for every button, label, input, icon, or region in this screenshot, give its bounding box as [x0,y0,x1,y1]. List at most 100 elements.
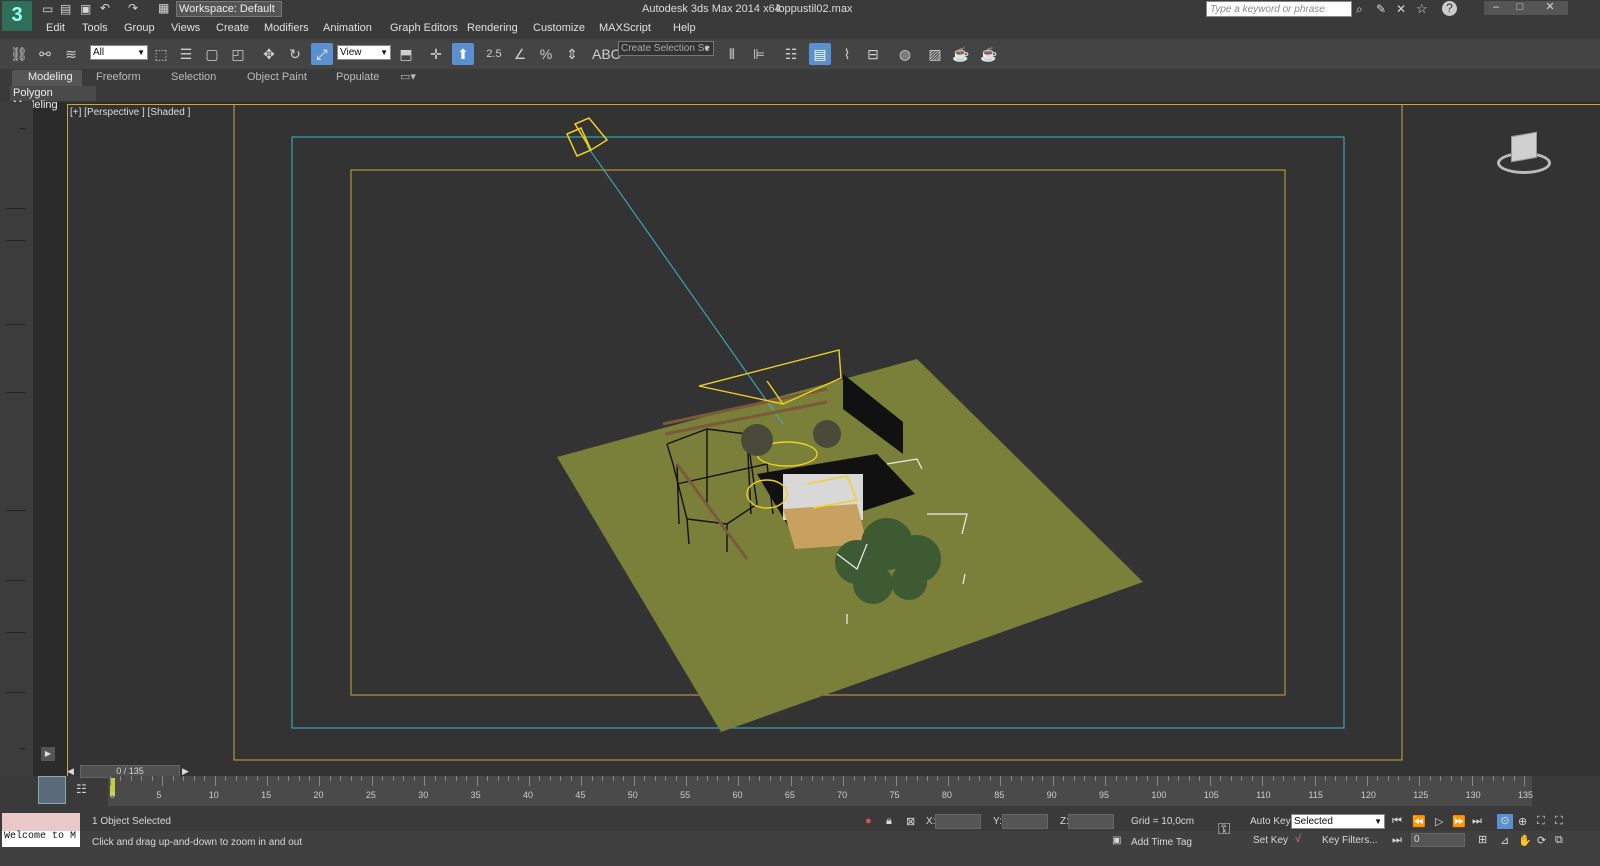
reference-coordinate-dropdown[interactable]: View ▼ [337,45,391,60]
zoom-extents-icon[interactable]: ⛶ [1537,815,1545,828]
curve-editor-icon[interactable]: ⌇ [836,43,858,65]
ribbon-options-icon[interactable]: ▭▾ [400,70,416,83]
workspace-dropdown[interactable]: Workspace: Default [176,1,282,17]
project-folder-icon[interactable]: ▦ [158,1,169,15]
app-menu-button[interactable]: 3 [2,1,32,31]
menu-graph-editors[interactable]: Graph Editors [390,22,458,34]
key-mode-dropdown[interactable]: Selected ▼ [1291,814,1385,829]
menu-modifiers[interactable]: Modifiers [264,22,309,34]
move-icon[interactable]: ✥ [258,43,280,65]
go-to-end-icon[interactable]: ⏭ [1472,815,1482,828]
tab-object-paint[interactable]: Object Paint [247,71,307,83]
zoom-extents-all-icon[interactable]: ⛶ [1555,815,1563,828]
tab-selection[interactable]: Selection [171,71,216,83]
render-production-icon[interactable]: ☕ [978,43,1000,65]
edit-named-selection-icon[interactable]: ABC [592,43,621,65]
key-filters-button[interactable]: Key Filters... [1322,835,1378,846]
maxscript-input[interactable]: Welcome to M [2,831,80,847]
open-file-icon[interactable]: ▤ [60,2,71,16]
save-file-icon[interactable]: ▣ [80,2,91,16]
search-icon[interactable]: ⌕ [1356,2,1363,17]
polygon-modeling-panel[interactable]: Polygon Modeling [10,86,96,111]
isolate-selection-icon[interactable]: ● [865,815,872,827]
orbit-icon[interactable]: ⟳ [1537,834,1546,847]
material-editor-icon[interactable]: ◍ [894,43,916,65]
menu-maxscript[interactable]: MAXScript [599,22,651,34]
link-icon[interactable]: ⛓ [8,43,30,65]
key-icon[interactable]: ⚿ [1218,821,1230,839]
layer-manager-icon[interactable]: ☷ [780,43,802,65]
key-mode-toggle-icon[interactable]: ⏭ [1392,834,1402,847]
rectangular-region-icon[interactable]: ▢ [201,43,223,65]
maximize-viewport-icon[interactable]: ⧉ [1555,834,1563,847]
redo-icon[interactable]: ↷ [128,1,138,15]
menu-views[interactable]: Views [171,22,200,34]
bind-spacewarp-icon[interactable]: ≋ [60,43,82,65]
align-icon[interactable]: ⊫ [748,43,770,65]
schematic-view-icon[interactable]: ⊟ [862,43,884,65]
help-icon[interactable]: ? [1442,1,1457,16]
pan-view-icon[interactable]: ✋ [1518,834,1532,847]
menu-rendering[interactable]: Rendering [467,22,518,34]
absolute-transform-icon[interactable]: ⊠ [906,815,915,828]
scale-icon[interactable]: ⤢ [311,43,333,65]
selection-lock-icon[interactable]: 🔒︎ [886,815,892,828]
go-to-start-icon[interactable]: ⏮ [1392,815,1402,828]
rendered-frame-window-icon[interactable]: ☕ [950,43,972,65]
menu-customize[interactable]: Customize [533,22,585,34]
zoom-icon[interactable]: ⊙ [1497,814,1513,829]
selection-filter-dropdown[interactable]: All ▼ [90,45,148,60]
tab-modeling[interactable]: Modeling [12,70,82,86]
tools-icon[interactable]: ✎ [1376,2,1386,16]
spinner-snap-icon[interactable]: ⇕ [561,43,583,65]
close-button[interactable]: ✕ [1532,1,1568,15]
favorites-star-icon[interactable]: ☆ [1416,1,1428,17]
tab-freeform[interactable]: Freeform [96,71,141,83]
menu-edit[interactable]: Edit [46,22,65,34]
maximize-button[interactable]: □ [1508,1,1532,15]
unlink-icon[interactable]: ⚯ [34,43,56,65]
rotate-icon[interactable]: ↻ [284,43,306,65]
time-slider-prev[interactable]: ◀ [67,766,79,778]
graphite-modeling-tools-icon[interactable]: ▤ [809,43,831,65]
menu-help[interactable]: Help [673,22,696,34]
menu-animation[interactable]: Animation [323,22,372,34]
x-coordinate-field[interactable] [935,814,981,829]
select-by-name-icon[interactable]: ☰ [175,43,197,65]
expand-panel-button[interactable]: ▶ [41,747,55,761]
keyboard-shortcut-override-icon[interactable]: ⬆ [452,43,474,65]
menu-group[interactable]: Group [124,22,155,34]
current-frame-field[interactable]: 0 [1411,833,1465,847]
new-file-icon[interactable]: ▭ [42,2,53,16]
auto-key-button[interactable]: Auto Key [1250,816,1291,827]
minimize-button[interactable]: – [1484,1,1508,15]
add-time-tag[interactable]: Add Time Tag [1131,837,1192,848]
percent-snap-icon[interactable]: % [535,43,557,65]
render-setup-icon[interactable]: ▨ [924,43,946,65]
time-configuration-icon[interactable]: ⊞ [1478,833,1487,846]
viewcube[interactable] [1495,130,1553,180]
angle-snap-icon[interactable]: ∠ [509,43,531,65]
zoom-all-icon[interactable]: ⊕ [1518,815,1527,828]
select-manipulate-icon[interactable]: ✛ [425,43,447,65]
set-key-button[interactable]: Set Key [1253,835,1288,846]
previous-frame-icon[interactable]: ⏪ [1412,815,1426,828]
menu-tools[interactable]: Tools [82,22,108,34]
pivot-center-icon[interactable]: ⬒ [395,43,417,65]
undo-icon[interactable]: ↶ [100,1,110,15]
tab-populate[interactable]: Populate [336,71,379,83]
time-tag-icon[interactable]: ▣ [1112,835,1121,846]
menu-create[interactable]: Create [216,22,249,34]
communication-icon[interactable]: ✕ [1396,2,1406,16]
z-coordinate-field[interactable] [1068,814,1114,829]
track-bar-icon[interactable]: ☷ [76,782,87,796]
mirror-icon[interactable]: ⫴ [721,43,743,65]
default-tangents-icon[interactable]: √ [1295,833,1301,845]
next-frame-icon[interactable]: ⏩ [1452,815,1466,828]
play-icon[interactable]: ▷ [1435,815,1443,828]
mini-curve-editor-toggle[interactable] [38,776,66,804]
snaps-toggle-icon[interactable]: 2.5 [483,43,505,65]
track-bar[interactable]: 0 5 10 15 20 25 30 35 40 45 50 55 60 65 70 75 80 85 90 95 10… [108,776,1533,806]
window-crossing-icon[interactable]: ◰ [227,43,249,65]
y-coordinate-field[interactable] [1002,814,1048,829]
